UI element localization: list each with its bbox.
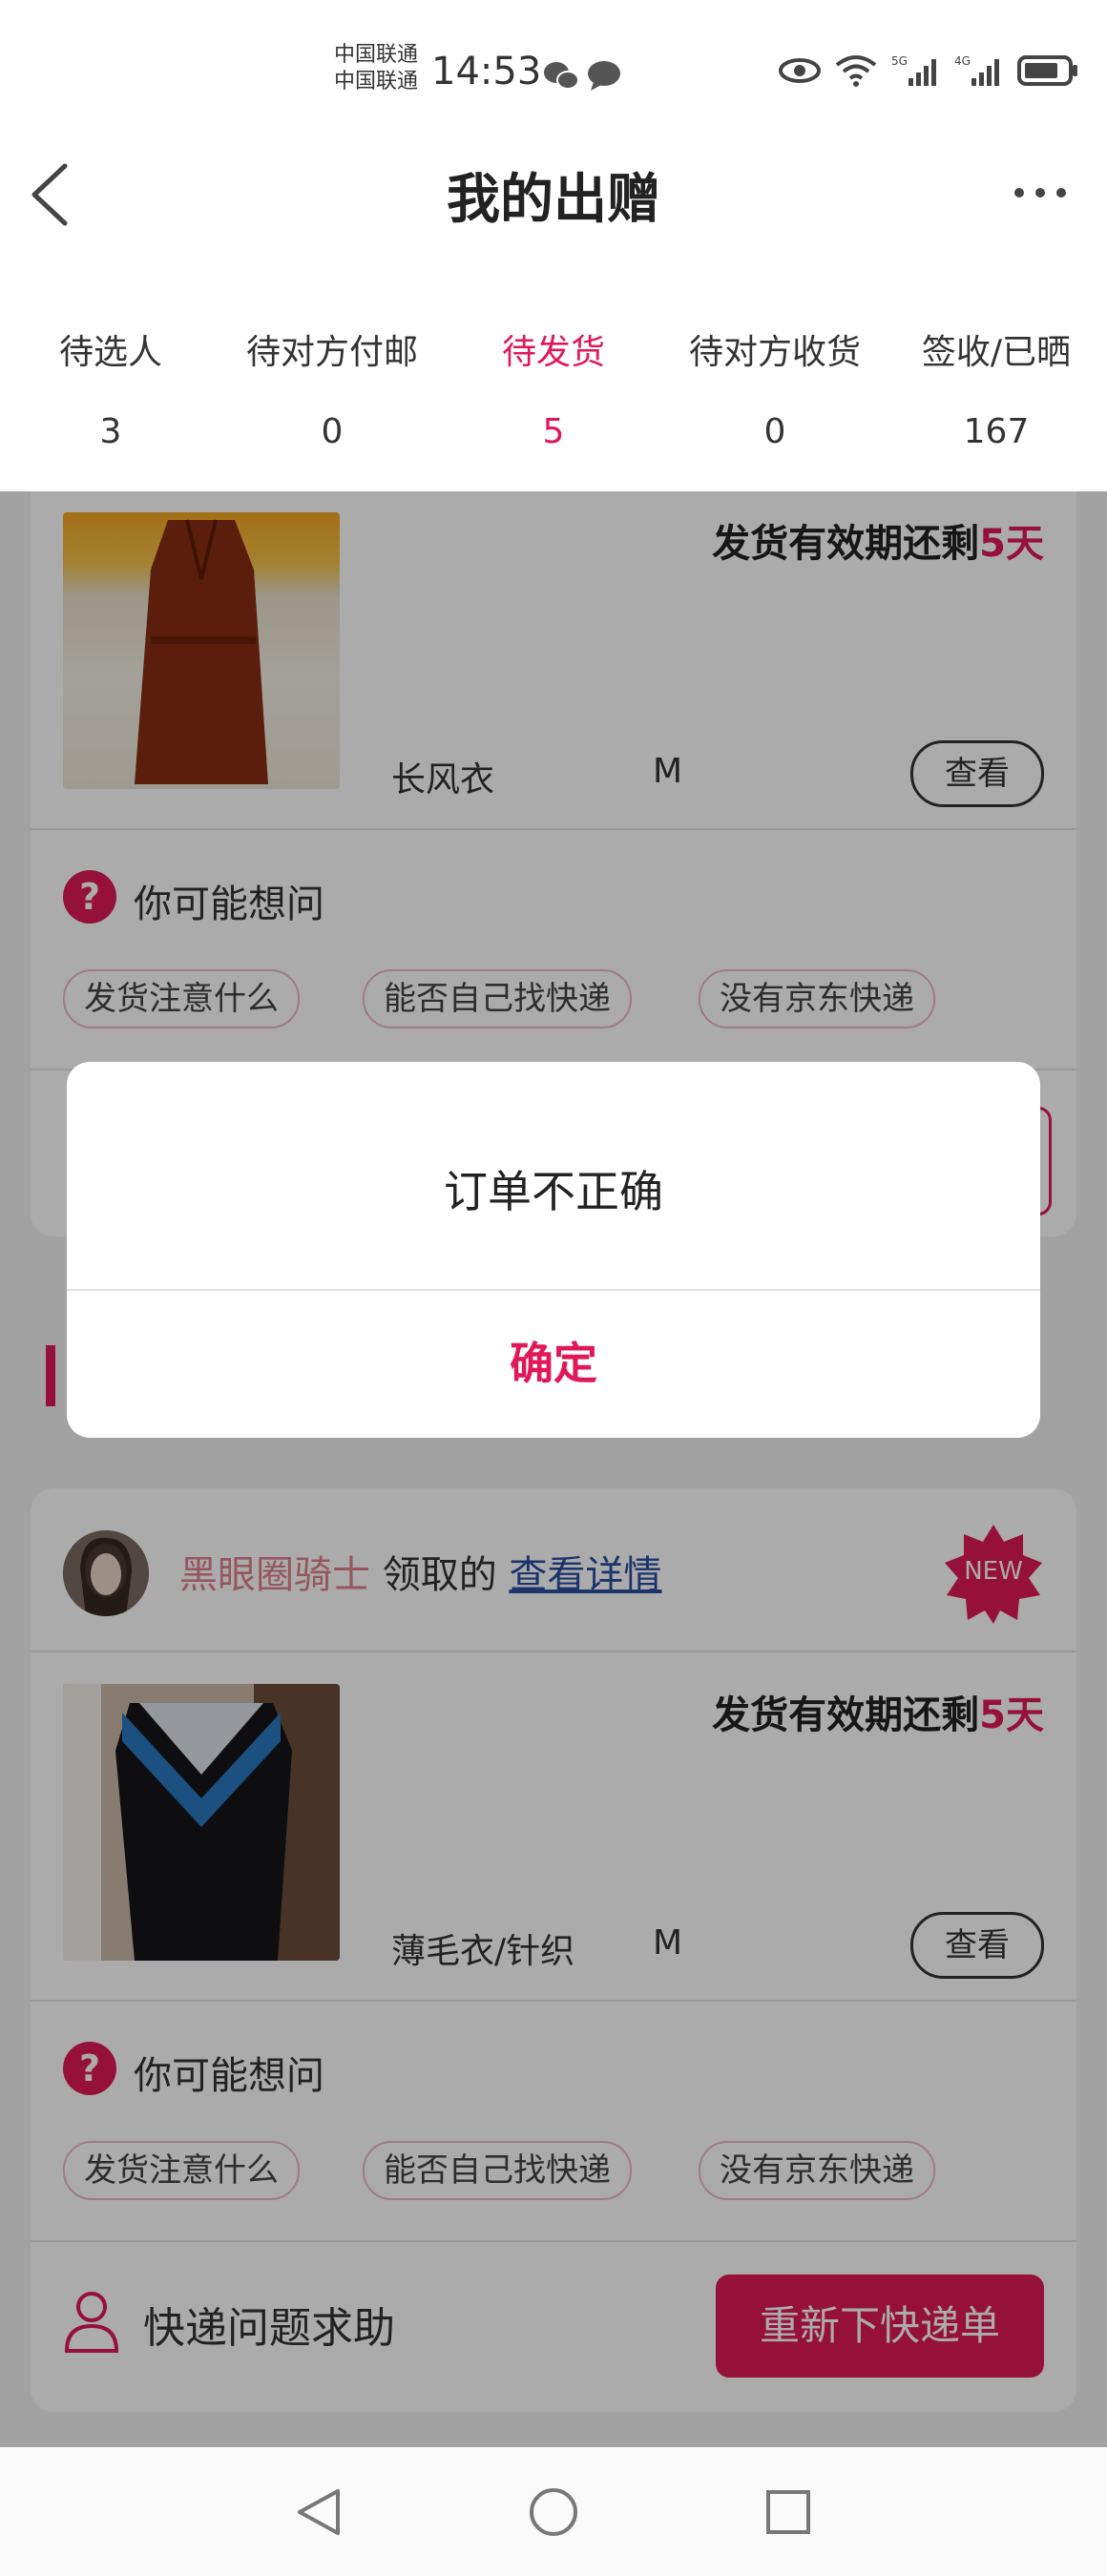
svg-text:5G: 5G: [891, 54, 908, 68]
status-bar: 中国联通 中国联通 14:53 5G 4G: [0, 0, 1107, 143]
tab-label: 待对方收货: [688, 333, 861, 372]
tab-label: 待选人: [58, 333, 162, 372]
tab-label: 签收/已晒: [921, 333, 1072, 372]
clock: 14:53: [431, 50, 542, 93]
wifi-icon: [835, 55, 877, 87]
alert-dialog: 订单不正确 确定: [67, 1062, 1040, 1438]
dialog-confirm-button[interactable]: 确定: [67, 1289, 1040, 1438]
message-icon: [588, 61, 620, 91]
tab-count: 0: [321, 412, 344, 451]
nav-home-icon[interactable]: [527, 2485, 580, 2539]
tab-count: 3: [99, 412, 122, 451]
tab-label: 待对方付邮: [245, 333, 418, 372]
system-nav-bar: [0, 2447, 1107, 2576]
signal-4g-icon: 4G: [954, 54, 999, 86]
carrier-label: 中国联通 中国联通: [334, 42, 418, 95]
nav-back-icon[interactable]: [292, 2485, 345, 2539]
page-title: 我的出赠: [447, 169, 660, 231]
battery-icon: [1017, 55, 1077, 86]
tab-count: 167: [963, 412, 1030, 451]
carrier-2: 中国联通: [334, 70, 419, 93]
tab-count: 0: [763, 412, 786, 451]
tab-count: 5: [542, 412, 565, 451]
modal-overlay[interactable]: [0, 491, 1107, 2447]
carrier-1: 中国联通: [334, 43, 419, 67]
eye-icon: [779, 58, 821, 83]
dialog-message: 订单不正确: [444, 1166, 663, 1217]
status-icons: 5G 4G: [779, 53, 1078, 88]
signal-5g-icon: 5G: [891, 54, 936, 86]
nav-recents-icon[interactable]: [763, 2487, 813, 2537]
wechat-icon: [544, 62, 579, 90]
tab-label: 待发货: [501, 333, 605, 372]
more-dots-icon[interactable]: [1012, 181, 1069, 204]
svg-text:4G: 4G: [954, 54, 971, 68]
